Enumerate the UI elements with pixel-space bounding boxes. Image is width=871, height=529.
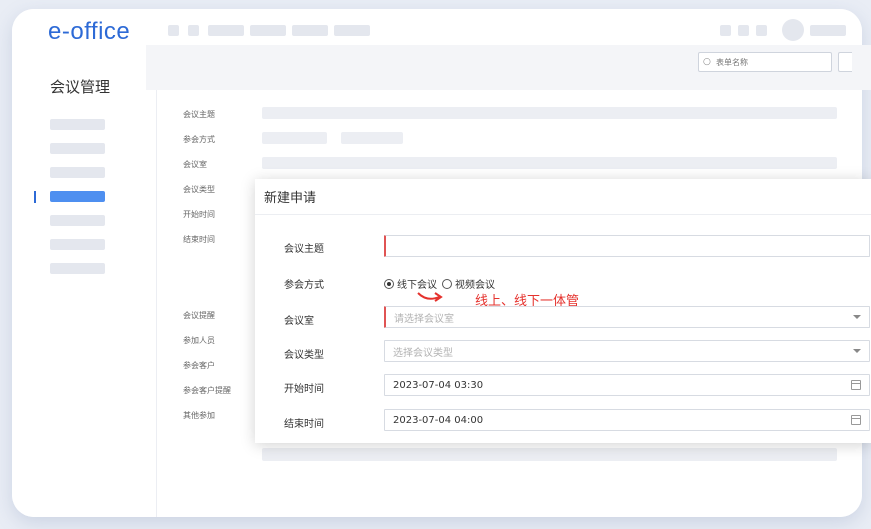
end-label: 结束时间 — [284, 419, 324, 430]
room-select[interactable]: 请选择会议室 — [384, 306, 870, 328]
bg-label-mode: 参会方式 — [183, 135, 215, 144]
sidebar-item[interactable] — [50, 215, 105, 226]
bg-label-start: 开始时间 — [183, 210, 215, 219]
subject-label: 会议主题 — [284, 244, 324, 255]
sidebar-item[interactable] — [50, 239, 105, 250]
header-icon-1[interactable] — [720, 25, 731, 36]
sidebar: 会议管理 — [12, 49, 157, 517]
type-placeholder: 选择会议类型 — [393, 347, 453, 359]
top-bar: e-office — [12, 9, 862, 49]
nav-placeholder-3[interactable] — [208, 25, 244, 36]
bg-field — [262, 132, 327, 144]
chevron-down-icon[interactable] — [853, 349, 861, 353]
new-request-dialog: 新建申请 会议主题 参会方式 线下会议 视频会议 线上、线下一体管 会议室 请选… — [255, 179, 871, 443]
bg-label-type: 会议类型 — [183, 185, 215, 194]
start-label: 开始时间 — [284, 384, 324, 395]
bg-label-clients: 参会客户 — [183, 361, 215, 370]
nav-placeholder-4[interactable] — [250, 25, 286, 36]
avatar[interactable] — [782, 19, 804, 41]
nav-placeholder-6[interactable] — [334, 25, 370, 36]
sidebar-item[interactable] — [50, 263, 105, 274]
sidebar-item[interactable] — [50, 119, 105, 130]
mode-label: 参会方式 — [284, 280, 324, 291]
bg-label-others: 其他参加 — [183, 411, 215, 420]
mode-option-video-label: 视频会议 — [455, 280, 495, 291]
bg-field — [341, 132, 403, 144]
sidebar-item-active[interactable] — [50, 191, 105, 202]
chevron-down-icon[interactable] — [853, 315, 861, 319]
bg-label-attendees: 参加人员 — [183, 336, 215, 345]
header-icon-3[interactable] — [756, 25, 767, 36]
dialog-title: 新建申请 — [255, 179, 871, 215]
header-icon-2[interactable] — [738, 25, 749, 36]
search-icon: ○ — [703, 57, 711, 67]
bg-field — [262, 107, 837, 119]
nav-placeholder-2[interactable] — [188, 25, 199, 36]
bg-label-reminder: 会议提醒 — [183, 311, 215, 320]
annotation-arrow-icon — [417, 292, 443, 302]
calendar-icon[interactable] — [851, 415, 861, 425]
sidebar-item[interactable] — [50, 167, 105, 178]
bg-label-client-reminder: 参会客户提醒 — [183, 386, 231, 395]
type-select[interactable]: 选择会议类型 — [384, 340, 870, 362]
nav-placeholder-5[interactable] — [292, 25, 328, 36]
room-label: 会议室 — [284, 316, 314, 327]
end-value: 2023-07-04 04:00 — [393, 414, 484, 426]
type-label: 会议类型 — [284, 350, 324, 361]
room-placeholder: 请选择会议室 — [394, 313, 454, 325]
end-datetime-input[interactable]: 2023-07-04 04:00 — [384, 409, 870, 431]
active-indicator — [34, 191, 36, 203]
module-title: 会议管理 — [50, 78, 111, 96]
bg-label-subject: 会议主题 — [183, 110, 215, 119]
radio-unchecked-icon[interactable] — [442, 278, 452, 289]
start-value: 2023-07-04 03:30 — [393, 379, 484, 391]
bg-field — [262, 448, 837, 461]
username-placeholder[interactable] — [810, 25, 846, 36]
search-field[interactable]: ○ — [698, 52, 832, 72]
bg-label-end: 结束时间 — [183, 235, 215, 244]
calendar-icon[interactable] — [851, 380, 861, 390]
bg-label-room: 会议室 — [183, 160, 207, 169]
radio-checked-icon[interactable] — [384, 278, 394, 289]
app-logo: e-office — [48, 18, 131, 45]
sidebar-item[interactable] — [50, 143, 105, 154]
start-datetime-input[interactable]: 2023-07-04 03:30 — [384, 374, 870, 396]
search-input[interactable] — [716, 57, 826, 67]
bg-field — [262, 157, 837, 169]
nav-placeholder-1[interactable] — [168, 25, 179, 36]
subject-input[interactable] — [384, 235, 870, 257]
filter-button[interactable] — [838, 52, 852, 72]
mode-option-video[interactable]: 视频会议 — [442, 276, 495, 291]
